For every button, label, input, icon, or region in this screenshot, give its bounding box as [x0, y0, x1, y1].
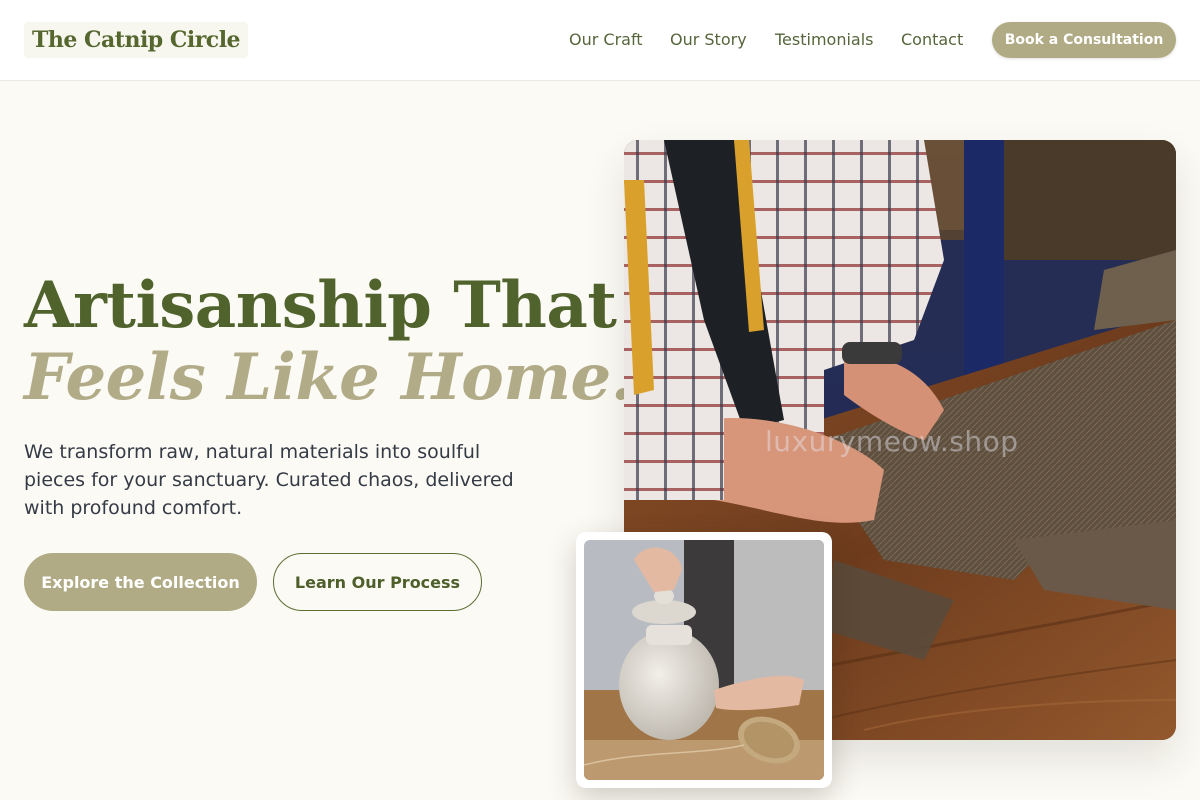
explore-collection-button[interactable]: Explore the Collection	[24, 553, 257, 611]
hero-headline-line1: Artisanship That	[24, 268, 617, 343]
site-header: The Catnip Circle Our Craft Our Story Te…	[0, 0, 1200, 81]
photo-watermark: luxurymeow.shop	[765, 425, 1019, 458]
learn-process-button[interactable]: Learn Our Process	[273, 553, 482, 611]
nav-link-testimonials[interactable]: Testimonials	[775, 30, 874, 50]
nav-link-contact[interactable]: Contact	[901, 30, 963, 50]
brand-logo[interactable]: The Catnip Circle	[24, 22, 249, 58]
hero-description: We transform raw, natural materials into…	[24, 441, 514, 519]
nav-link-our-craft[interactable]: Our Craft	[569, 30, 643, 50]
book-consultation-button[interactable]: Book a Consultation	[992, 22, 1176, 58]
inset-photo-ceramic-jar	[584, 540, 824, 780]
hero-headline-line2: Feels Like Home.	[24, 340, 633, 415]
nav-link-our-story[interactable]: Our Story	[670, 30, 747, 50]
inset-photo-card	[576, 532, 832, 788]
ceramic-jar-illustration	[584, 540, 824, 780]
